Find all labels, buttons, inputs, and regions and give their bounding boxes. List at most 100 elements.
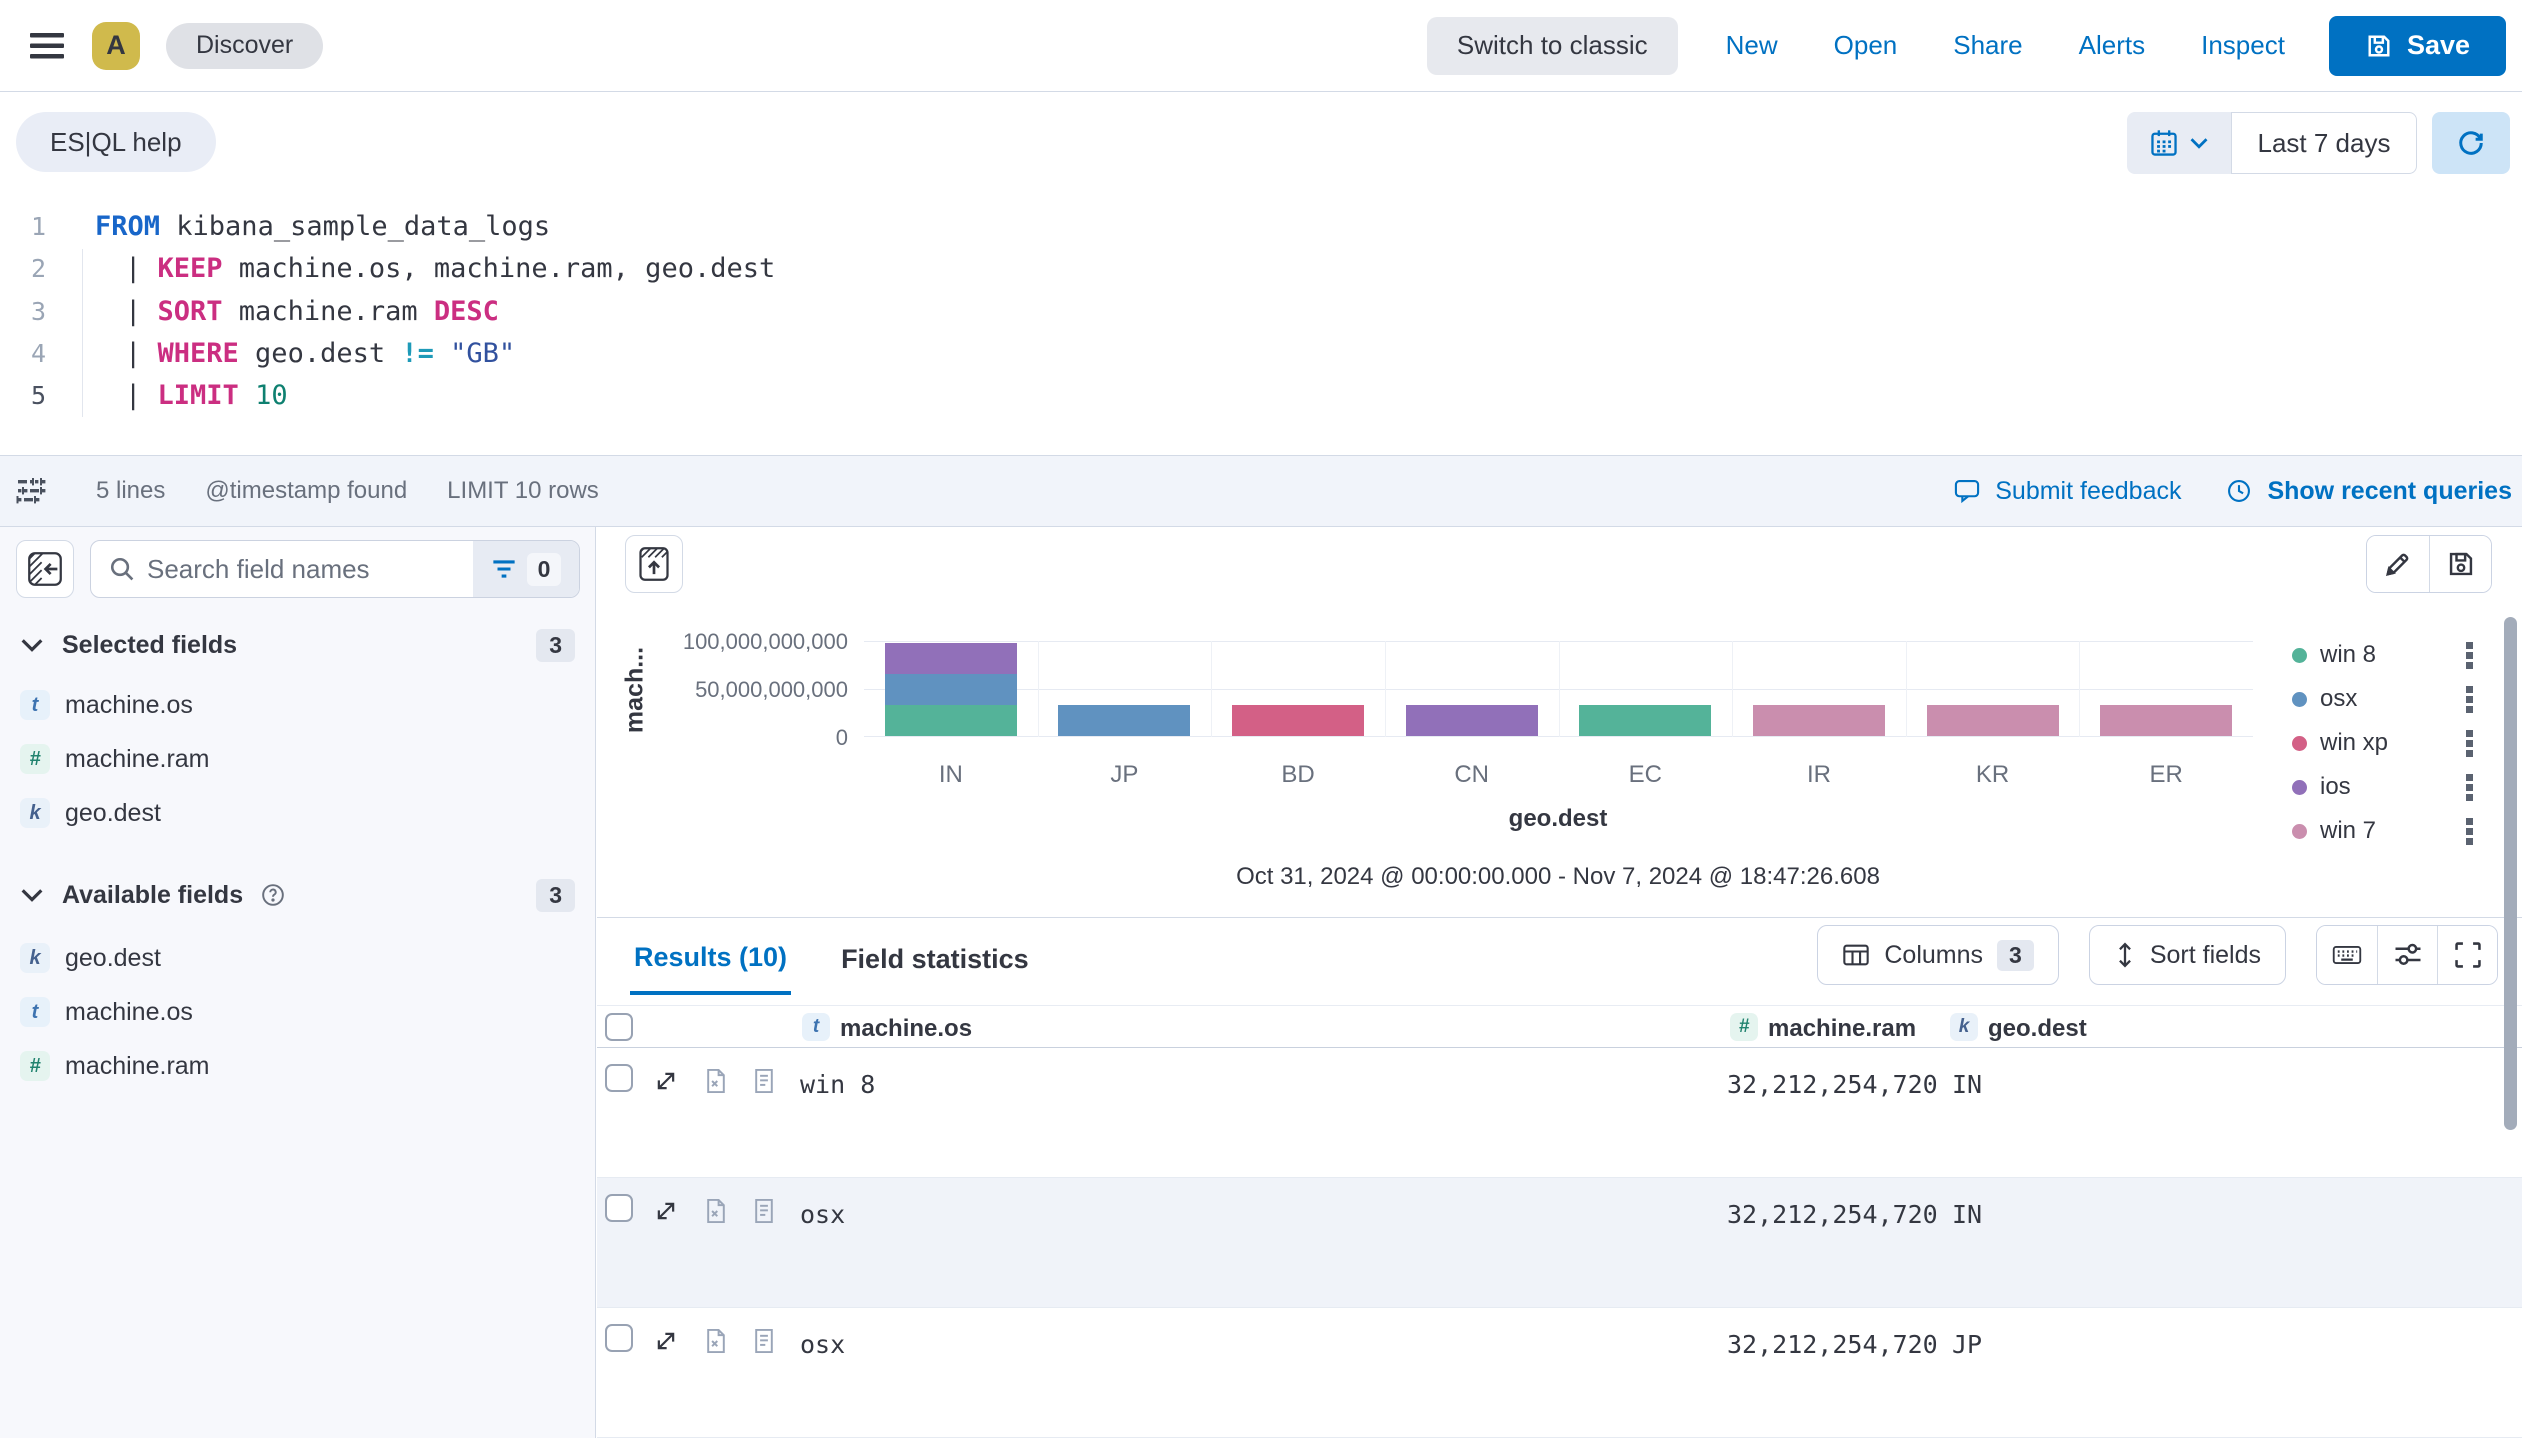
table-row[interactable]: osx 32,212,254,720 JP: [597, 1308, 2522, 1438]
nav-link-share[interactable]: Share: [1953, 30, 2022, 61]
bar-segment-win-8[interactable]: [1579, 705, 1711, 736]
sort-fields-button[interactable]: Sort fields: [2089, 925, 2286, 985]
legend-label: win 8: [2320, 641, 2376, 669]
field-list-item[interactable]: t machine.os: [20, 985, 575, 1039]
doc-viewer-icon[interactable]: [751, 1198, 777, 1224]
bar-segment-osx[interactable]: [1058, 705, 1190, 736]
time-range-value[interactable]: Last 7 days: [2231, 112, 2417, 174]
code-line[interactable]: FROM kibana_sample_data_logs: [0, 206, 2522, 248]
gridline: [1732, 641, 1733, 737]
date-picker-menu-button[interactable]: [2127, 112, 2231, 174]
doc-viewer-icon[interactable]: [751, 1328, 777, 1354]
legend-item-menu-icon[interactable]: [2462, 770, 2477, 805]
code-line[interactable]: | WHERE geo.dest != "GB": [0, 333, 2522, 375]
bar-segment-osx[interactable]: [885, 674, 1017, 705]
row-checkbox[interactable]: [605, 1194, 633, 1222]
row-checkbox[interactable]: [605, 1324, 633, 1352]
legend-item[interactable]: osx: [2292, 677, 2477, 721]
chart-plot[interactable]: [864, 641, 2253, 737]
table-row[interactable]: win 8 32,212,254,720 IN: [597, 1048, 2522, 1178]
bar-segment-win-7[interactable]: [2100, 705, 2232, 736]
degraded-doc-icon[interactable]: [703, 1068, 729, 1094]
edit-visualization-button[interactable]: [2367, 536, 2429, 592]
columns-button[interactable]: Columns 3: [1817, 925, 2058, 985]
save-visualization-button[interactable]: [2429, 536, 2491, 592]
legend-item-menu-icon[interactable]: [2462, 726, 2477, 761]
keyboard-shortcuts-button[interactable]: [2317, 926, 2377, 984]
doc-viewer-icon[interactable]: [751, 1068, 777, 1094]
editor-code[interactable]: FROM kibana_sample_data_logs| KEEP machi…: [0, 206, 2522, 417]
query-toolbar: ES|QL help Last 7 days: [0, 92, 2522, 195]
legend-item[interactable]: ios: [2292, 765, 2477, 809]
expand-row-icon[interactable]: [653, 1328, 679, 1354]
bar-EC[interactable]: [1579, 705, 1711, 736]
available-fields-header[interactable]: Available fields 3: [20, 875, 575, 915]
column-header-machine-ram[interactable]: machine.ram: [1768, 1015, 1916, 1043]
field-list-item[interactable]: k geo.dest: [20, 931, 575, 985]
esql-editor[interactable]: 12345 FROM kibana_sample_data_logs| KEEP…: [0, 195, 2522, 455]
bar-segment-win-8[interactable]: [885, 705, 1017, 736]
bar-segment-win-xp[interactable]: [1232, 705, 1364, 736]
bar-CN[interactable]: [1406, 705, 1538, 736]
bar-JP[interactable]: [1058, 705, 1190, 736]
legend-item-menu-icon[interactable]: [2462, 638, 2477, 673]
search-input[interactable]: [135, 554, 473, 585]
refresh-button[interactable]: [2432, 112, 2510, 174]
field-list-item[interactable]: # machine.ram: [20, 1039, 575, 1093]
table-row[interactable]: osx 32,212,254,720 IN: [597, 1178, 2522, 1308]
degraded-doc-icon[interactable]: [703, 1328, 729, 1354]
legend-color-dot: [2292, 648, 2307, 663]
field-filter-button[interactable]: 0: [473, 541, 579, 597]
select-all-checkbox[interactable]: [605, 1013, 633, 1041]
degraded-doc-icon[interactable]: [703, 1198, 729, 1224]
legend-item[interactable]: win 8: [2292, 633, 2477, 677]
nav-link-new[interactable]: New: [1726, 30, 1778, 61]
bar-segment-win-7[interactable]: [1927, 705, 2059, 736]
bar-ER[interactable]: [2100, 705, 2232, 736]
tab-results[interactable]: Results (10): [630, 926, 791, 995]
code-line[interactable]: | KEEP machine.os, machine.ram, geo.dest: [0, 248, 2522, 290]
bar-IN[interactable]: [885, 643, 1017, 736]
nav-link-open[interactable]: Open: [1834, 30, 1898, 61]
field-name: geo.dest: [65, 944, 161, 973]
bar-BD[interactable]: [1232, 705, 1364, 736]
field-type-token: #: [1730, 1013, 1758, 1041]
collapse-sidebar-button[interactable]: [16, 540, 74, 598]
menu-icon[interactable]: [30, 32, 66, 60]
fullscreen-button[interactable]: [2437, 926, 2497, 984]
field-list-item[interactable]: k geo.dest: [20, 786, 575, 840]
selected-fields-header[interactable]: Selected fields 3: [20, 625, 575, 665]
esql-help-button[interactable]: ES|QL help: [16, 112, 216, 172]
expand-row-icon[interactable]: [653, 1068, 679, 1094]
vertical-scrollbar[interactable]: [2504, 617, 2517, 1130]
show-recent-queries-link[interactable]: Show recent queries: [2225, 477, 2512, 506]
help-icon[interactable]: [261, 883, 285, 907]
display-options-button[interactable]: [2377, 926, 2437, 984]
avatar[interactable]: A: [92, 22, 140, 70]
tab-field-statistics[interactable]: Field statistics: [837, 926, 1033, 995]
row-checkbox[interactable]: [605, 1064, 633, 1092]
breadcrumb[interactable]: Discover: [166, 23, 323, 69]
code-line[interactable]: | SORT machine.ram DESC: [0, 291, 2522, 333]
legend-item-menu-icon[interactable]: [2462, 814, 2477, 849]
expand-row-icon[interactable]: [653, 1198, 679, 1224]
bar-IR[interactable]: [1753, 705, 1885, 736]
submit-feedback-link[interactable]: Submit feedback: [1953, 477, 2181, 506]
switch-to-classic-button[interactable]: Switch to classic: [1427, 17, 1678, 75]
field-list-item[interactable]: # machine.ram: [20, 732, 575, 786]
legend-item-menu-icon[interactable]: [2462, 682, 2477, 717]
legend-item[interactable]: win xp: [2292, 721, 2477, 765]
bar-segment-win-7[interactable]: [1753, 705, 1885, 736]
collapse-chart-button[interactable]: [625, 535, 683, 593]
column-header-machine-os[interactable]: machine.os: [840, 1015, 972, 1043]
code-line[interactable]: | LIMIT 10: [0, 375, 2522, 417]
field-list-item[interactable]: t machine.os: [20, 678, 575, 732]
column-header-geo-dest[interactable]: geo.dest: [1988, 1015, 2087, 1043]
nav-link-inspect[interactable]: Inspect: [2201, 30, 2285, 61]
bar-segment-ios[interactable]: [885, 643, 1017, 674]
legend-item[interactable]: win 7: [2292, 809, 2477, 853]
bar-KR[interactable]: [1927, 705, 2059, 736]
save-button[interactable]: Save: [2329, 16, 2506, 76]
nav-link-alerts[interactable]: Alerts: [2079, 30, 2145, 61]
bar-segment-ios[interactable]: [1406, 705, 1538, 736]
